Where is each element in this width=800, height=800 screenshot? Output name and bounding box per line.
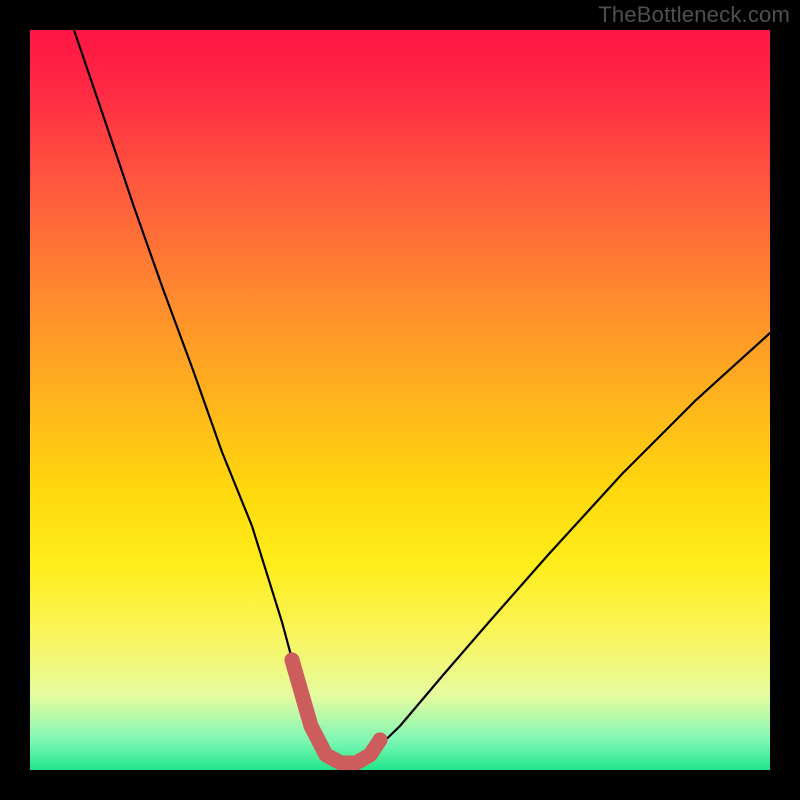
watermark-text: TheBottleneck.com: [598, 2, 790, 28]
curve-layer: [30, 30, 770, 770]
highlight-segment: [292, 660, 380, 763]
bottleneck-curve: [74, 30, 770, 763]
chart-frame: TheBottleneck.com: [0, 0, 800, 800]
highlight-dot-right: [373, 733, 388, 748]
highlight-dot-left: [285, 653, 300, 668]
plot-area: [30, 30, 770, 770]
